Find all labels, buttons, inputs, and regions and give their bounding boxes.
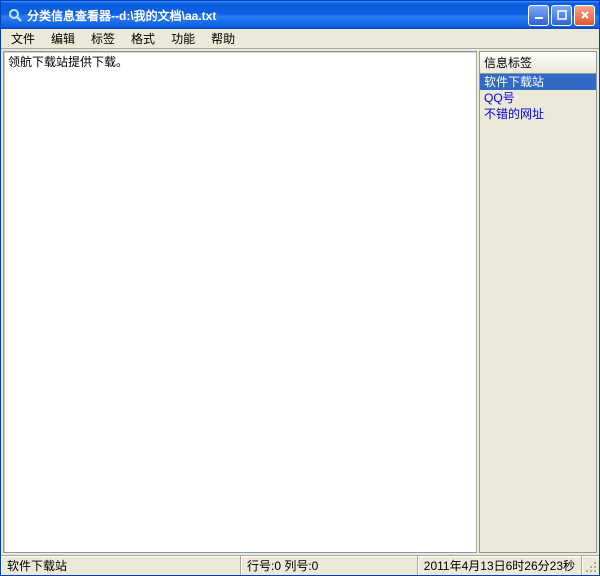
menu-format[interactable]: 格式: [123, 29, 163, 48]
menu-help[interactable]: 帮助: [203, 29, 243, 48]
status-datetime: 2011年4月13日6时26分23秒: [418, 556, 581, 575]
app-window: 分类信息查看器--d:\我的文档\aa.txt 文件 编辑 标签 格式 功能 帮…: [0, 0, 600, 576]
tag-list[interactable]: 软件下载站QQ号不错的网址: [479, 74, 597, 553]
titlebar[interactable]: 分类信息查看器--d:\我的文档\aa.txt: [1, 1, 599, 29]
list-item[interactable]: QQ号: [480, 90, 596, 106]
sidebar-header: 信息标签: [479, 51, 597, 74]
window-controls: [528, 5, 595, 26]
close-button[interactable]: [574, 5, 595, 26]
menu-function[interactable]: 功能: [163, 29, 203, 48]
maximize-button[interactable]: [551, 5, 572, 26]
text-editor[interactable]: 领航下载站提供下载。: [3, 51, 477, 553]
sidebar: 信息标签 软件下载站QQ号不错的网址: [479, 51, 597, 553]
menu-edit[interactable]: 编辑: [43, 29, 83, 48]
menu-tag[interactable]: 标签: [83, 29, 123, 48]
resize-grip[interactable]: [581, 556, 599, 575]
list-item[interactable]: 不错的网址: [480, 106, 596, 122]
client-area: 领航下载站提供下载。 信息标签 软件下载站QQ号不错的网址: [1, 49, 599, 555]
menubar: 文件 编辑 标签 格式 功能 帮助: [1, 29, 599, 49]
status-cursor: 行号:0 列号:0: [241, 556, 418, 575]
list-item[interactable]: 软件下载站: [480, 74, 596, 90]
window-title: 分类信息查看器--d:\我的文档\aa.txt: [27, 7, 528, 24]
app-icon: [7, 7, 23, 23]
status-left: 软件下载站: [1, 556, 241, 575]
statusbar: 软件下载站 行号:0 列号:0 2011年4月13日6时26分23秒: [1, 555, 599, 575]
minimize-button[interactable]: [528, 5, 549, 26]
menu-file[interactable]: 文件: [3, 29, 43, 48]
